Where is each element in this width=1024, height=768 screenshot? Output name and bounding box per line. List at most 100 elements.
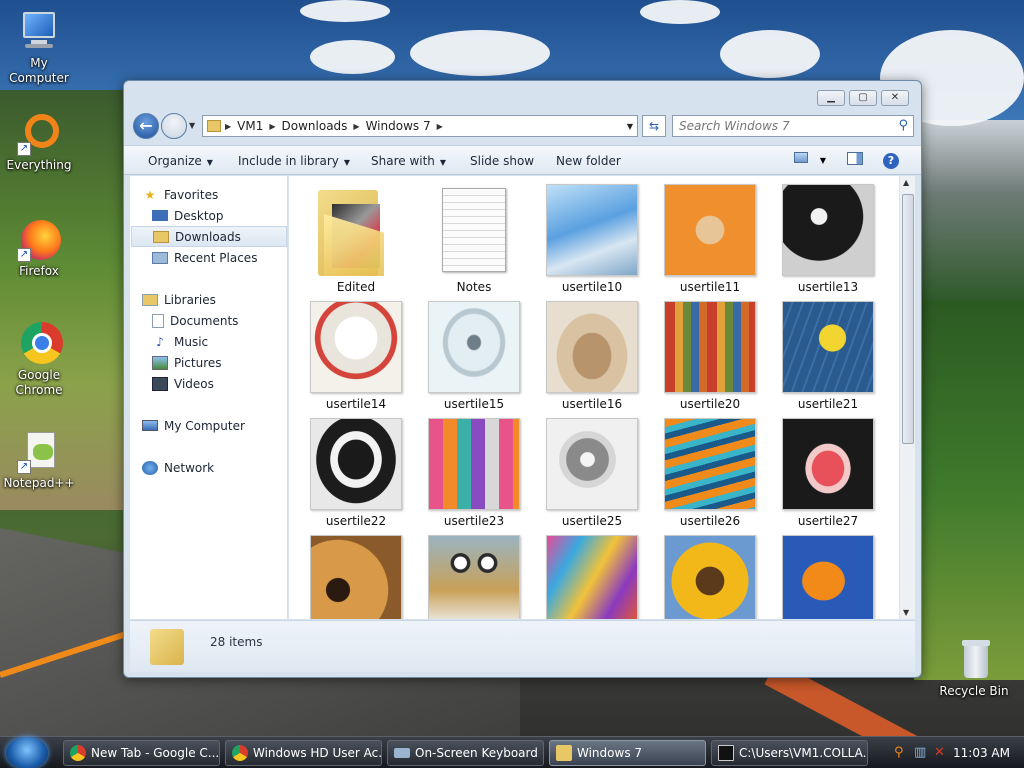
file-item[interactable] xyxy=(306,535,406,619)
desktop-icon-firefox[interactable]: ↗ Firefox xyxy=(1,218,77,279)
system-clock[interactable]: 11:03 AM xyxy=(953,746,1010,760)
image-thumbnail-icon xyxy=(546,301,638,393)
taskbar-item[interactable]: Windows HD User Ac... xyxy=(225,740,382,766)
window-title-bar[interactable]: ▁ ▢ ✕ xyxy=(124,81,921,113)
file-item[interactable]: usertile10 xyxy=(542,184,642,294)
desktop-icon-recycle-bin[interactable]: Recycle Bin xyxy=(936,638,1012,699)
new-folder-button[interactable]: New folder xyxy=(556,154,621,168)
recent-pages-dropdown[interactable]: ▼ xyxy=(189,121,195,130)
include-in-library-label: Include in library xyxy=(238,154,339,168)
image-thumbnail-icon xyxy=(782,535,874,619)
scroll-down-icon[interactable]: ▼ xyxy=(903,608,909,617)
desktop-icon-notepad-plus-plus[interactable]: ↗ Notepad++ xyxy=(1,430,77,491)
back-button[interactable]: ← xyxy=(133,113,159,139)
file-item[interactable]: usertile20 xyxy=(660,301,760,411)
file-item[interactable] xyxy=(424,535,524,619)
videos-icon xyxy=(152,376,168,391)
share-with-button[interactable]: Share with ▼ xyxy=(371,154,446,168)
nav-item-network[interactable]: Network xyxy=(142,457,298,478)
nav-item-videos[interactable]: Videos xyxy=(152,373,308,394)
minimize-button[interactable]: ▁ xyxy=(817,90,845,106)
image-thumbnail-icon xyxy=(428,535,520,619)
nav-item-libraries[interactable]: Libraries xyxy=(142,289,298,310)
file-item[interactable]: usertile21 xyxy=(778,301,878,411)
start-button[interactable] xyxy=(6,737,48,768)
slide-show-button[interactable]: Slide show xyxy=(470,154,534,168)
breadcrumb-item[interactable]: Downloads xyxy=(282,119,348,133)
help-icon[interactable]: ? xyxy=(883,153,899,169)
image-thumbnail-icon xyxy=(782,418,874,510)
file-item[interactable]: usertile23 xyxy=(424,418,524,528)
file-name: usertile10 xyxy=(561,280,623,294)
chevron-down-icon: ▼ xyxy=(206,158,213,167)
taskbar-item[interactable]: New Tab - Google C... xyxy=(63,740,220,766)
file-item[interactable]: usertile15 xyxy=(424,301,524,411)
file-item[interactable]: usertile16 xyxy=(542,301,642,411)
file-item[interactable] xyxy=(542,535,642,619)
desktop-icon-my-computer[interactable]: My Computer xyxy=(1,10,77,86)
organize-button[interactable]: Organize ▼ xyxy=(148,154,213,168)
taskbar-item[interactable]: C:\Users\VM1.COLLA... xyxy=(711,740,868,766)
star-icon: ★ xyxy=(144,187,156,202)
preview-pane-icon[interactable] xyxy=(846,152,864,168)
search-icon[interactable]: ⚲ xyxy=(894,745,904,760)
file-item[interactable] xyxy=(660,535,760,619)
nav-label: Favorites xyxy=(164,187,219,202)
keyboard-icon xyxy=(394,748,410,758)
breadcrumb-item[interactable]: VM1 xyxy=(237,119,263,133)
nav-item-documents[interactable]: Documents xyxy=(152,310,308,331)
file-item[interactable]: usertile11 xyxy=(660,184,760,294)
refresh-button[interactable]: ⇆ xyxy=(642,115,666,137)
change-view-icon[interactable] xyxy=(792,152,810,168)
file-item[interactable]: usertile14 xyxy=(306,301,406,411)
file-item[interactable]: usertile27 xyxy=(778,418,878,528)
scroll-up-icon[interactable]: ▲ xyxy=(903,178,909,187)
taskbar-item[interactable]: Windows 7 xyxy=(549,740,706,766)
nav-item-my-computer[interactable]: My Computer xyxy=(142,415,298,436)
view-options-dropdown-icon[interactable]: ▼ xyxy=(814,156,832,172)
nav-item-recent-places[interactable]: Recent Places xyxy=(152,247,308,268)
network-icon xyxy=(142,460,158,475)
desktop-icon-everything[interactable]: ↗ Everything xyxy=(1,112,77,173)
file-item[interactable]: Edited xyxy=(306,184,406,294)
taskbar-item[interactable]: On-Screen Keyboard xyxy=(387,740,544,766)
file-item[interactable]: usertile22 xyxy=(306,418,406,528)
scrollbar-thumb[interactable] xyxy=(902,194,914,444)
address-bar[interactable]: ▶ VM1 ▶ Downloads ▶ Windows 7 ▶ ▼ xyxy=(202,115,638,137)
nav-item-downloads[interactable]: Downloads xyxy=(131,226,287,247)
file-item[interactable]: usertile13 xyxy=(778,184,878,294)
close-button[interactable]: ✕ xyxy=(881,90,909,106)
taskbar-item-label: C:\Users\VM1.COLLA... xyxy=(739,746,868,760)
nav-item-favorites[interactable]: ★ Favorites xyxy=(142,184,298,205)
chrome-icon xyxy=(17,322,63,366)
pictures-icon xyxy=(152,355,168,370)
taskbar-item-label: On-Screen Keyboard xyxy=(415,746,538,760)
breadcrumb-item[interactable]: Windows 7 xyxy=(366,119,431,133)
breadcrumb-separator-icon[interactable]: ▶ xyxy=(437,122,443,131)
network-tray-icon[interactable]: ▥ xyxy=(914,745,926,760)
volume-muted-icon[interactable]: ✕ xyxy=(934,745,945,760)
file-item[interactable] xyxy=(778,535,878,619)
include-in-library-button[interactable]: Include in library ▼ xyxy=(238,154,350,168)
address-dropdown-icon[interactable]: ▼ xyxy=(627,122,633,131)
breadcrumb-separator-icon[interactable]: ▶ xyxy=(269,122,275,131)
file-item[interactable]: usertile25 xyxy=(542,418,642,528)
forward-button[interactable] xyxy=(161,113,187,139)
nav-item-music[interactable]: ♪ Music xyxy=(152,331,308,352)
taskbar-item-label: Windows 7 xyxy=(577,746,643,760)
chevron-down-icon: ▼ xyxy=(189,121,196,130)
search-input[interactable] xyxy=(673,116,883,136)
search-box[interactable]: ⚲ xyxy=(672,115,914,137)
nav-item-desktop[interactable]: Desktop xyxy=(152,205,308,226)
vertical-scrollbar[interactable]: ▲ ▼ xyxy=(899,176,915,619)
nav-item-pictures[interactable]: Pictures xyxy=(152,352,308,373)
image-thumbnail-icon xyxy=(310,535,402,619)
breadcrumb-separator-icon: ▶ xyxy=(225,121,232,131)
file-item[interactable]: Notes xyxy=(424,184,524,294)
breadcrumb-separator-icon[interactable]: ▶ xyxy=(353,122,359,131)
desktop-icon-google-chrome[interactable]: Google Chrome xyxy=(1,322,77,398)
image-thumbnail-icon xyxy=(664,535,756,619)
maximize-button[interactable]: ▢ xyxy=(849,90,877,106)
search-icon[interactable]: ⚲ xyxy=(898,118,908,133)
file-item[interactable]: usertile26 xyxy=(660,418,760,528)
